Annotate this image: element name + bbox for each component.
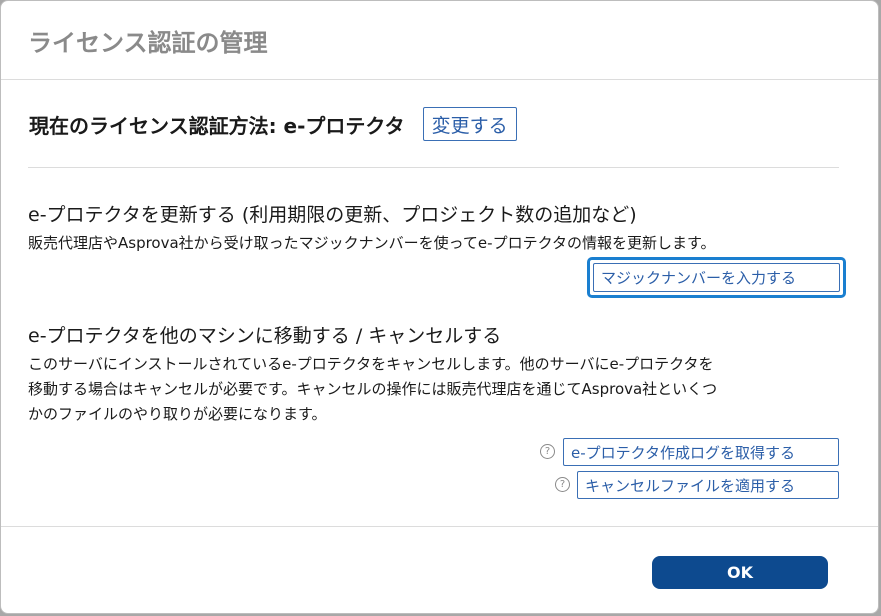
help-icon[interactable]: ? [555, 477, 570, 492]
license-management-dialog: ライセンス認証の管理 現在のライセンス認証方法: e-プロテクタ 変更する e-… [0, 0, 879, 614]
apply-cancel-file-button[interactable]: キャンセルファイルを適用する [577, 471, 839, 499]
move-section-heading: e-プロテクタを他のマシンに移動する / キャンセルする [28, 325, 502, 347]
help-icon[interactable]: ? [540, 444, 555, 459]
enter-magic-number-button[interactable]: マジックナンバーを入力する [593, 263, 840, 292]
footer-divider [1, 526, 878, 527]
get-protector-log-button[interactable]: e-プロテクタ作成ログを取得する [563, 438, 839, 466]
dialog-header: ライセンス認証の管理 [1, 1, 878, 80]
ok-button[interactable]: OK [652, 556, 828, 589]
section-divider [28, 167, 839, 168]
current-license-row: 現在のライセンス認証方法: e-プロテクタ 変更する [29, 106, 517, 142]
current-license-label: 現在のライセンス認証方法: e-プロテクタ [29, 113, 405, 138]
move-section-description-line-1: このサーバにインストールされているe-プロテクタをキャンセルします。他のサーバに… [28, 355, 714, 373]
update-section-heading: e-プロテクタを更新する (利用期限の更新、プロジェクト数の追加など) [28, 204, 637, 226]
move-section-description-line-2: 移動する場合はキャンセルが必要です。キャンセルの操作には販売代理店を通じてAsp… [28, 380, 718, 398]
change-method-button[interactable]: 変更する [422, 107, 517, 141]
dialog-title: ライセンス認証の管理 [28, 29, 268, 57]
move-section-description-line-3: かのファイルのやり取りが必要になります。 [28, 405, 327, 423]
update-section-description: 販売代理店やAsprova社から受け取ったマジックナンバーを使ってe-プロテクタ… [28, 234, 716, 252]
